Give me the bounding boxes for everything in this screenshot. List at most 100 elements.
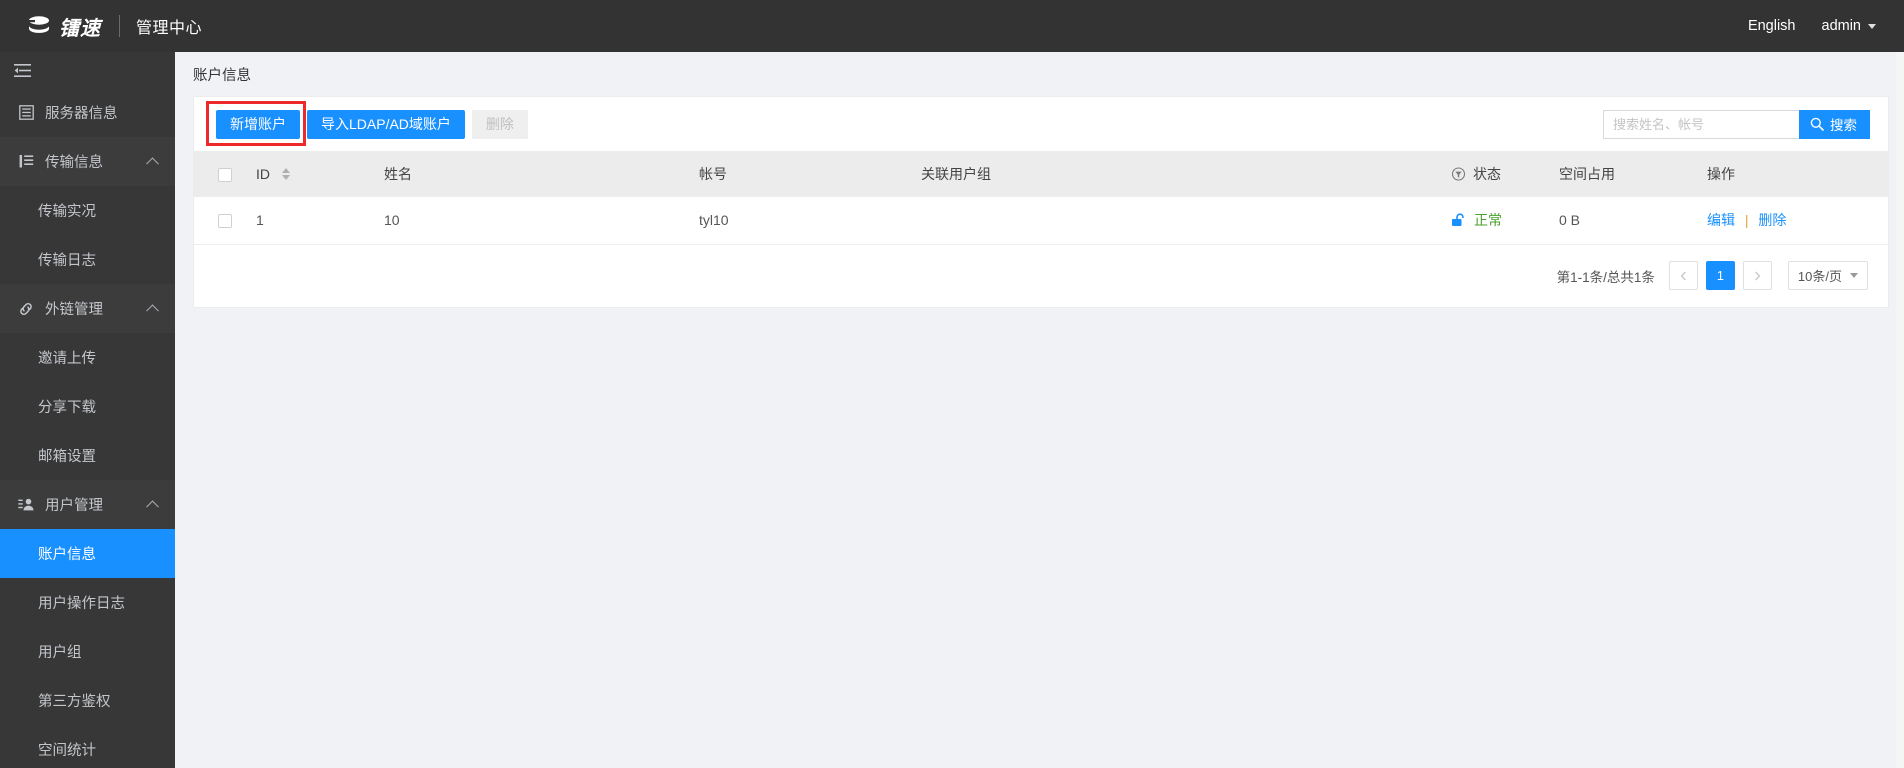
chevron-down-icon bbox=[1850, 273, 1858, 278]
cell-state: 正常 bbox=[1451, 197, 1559, 244]
row-checkbox[interactable] bbox=[218, 214, 232, 229]
sidebar-item-share-download[interactable]: 分享下载 bbox=[0, 382, 175, 431]
sidebar-group-transfer-info[interactable]: 传输信息 bbox=[0, 137, 175, 186]
pagination-next-button[interactable] bbox=[1742, 261, 1772, 290]
sidebar-item-label: 用户操作日志 bbox=[38, 596, 125, 612]
delete-button: 删除 bbox=[471, 109, 528, 139]
column-header-state: 状态 bbox=[1451, 151, 1559, 197]
column-header-select bbox=[194, 151, 256, 197]
link-icon bbox=[17, 300, 35, 318]
sidebar-item-transfer-log[interactable]: 传输日志 bbox=[0, 235, 175, 284]
column-header-id-inner: ID bbox=[256, 166, 384, 182]
column-header-id[interactable]: ID bbox=[256, 151, 384, 197]
sidebar-item-label: 邀请上传 bbox=[38, 351, 96, 367]
page-title: 账户信息 bbox=[193, 67, 251, 84]
sidebar-item-mail-settings[interactable]: 邮箱设置 bbox=[0, 431, 175, 480]
sort-toggle-icon[interactable] bbox=[282, 168, 290, 180]
sidebar-item-invite-upload[interactable]: 邀请上传 bbox=[0, 333, 175, 382]
cell-account: tyl10 bbox=[699, 212, 729, 229]
chevron-up-icon bbox=[146, 499, 159, 513]
cell-id: 1 bbox=[256, 212, 264, 229]
status-text: 正常 bbox=[1474, 212, 1502, 229]
add-account-button[interactable]: 新增账户 bbox=[216, 109, 300, 139]
sidebar-group-external-link[interactable]: 外链管理 bbox=[0, 284, 175, 333]
sidebar-item-label: 空间统计 bbox=[38, 743, 96, 759]
column-header-space-usage: 空间占用 bbox=[1559, 151, 1707, 197]
toolbar: 新增账户 导入LDAP/AD域账户 删除 搜索 bbox=[194, 97, 1888, 151]
delete-link[interactable]: 删除 bbox=[1758, 212, 1786, 228]
status-badge: 正常 bbox=[1451, 210, 1559, 230]
sidebar-item-label: 第三方鉴权 bbox=[38, 694, 111, 710]
sidebar-collapse-toggle[interactable] bbox=[0, 52, 175, 88]
pagination-prev-button[interactable] bbox=[1668, 261, 1698, 290]
sidebar-item-label: 传输实况 bbox=[38, 204, 96, 220]
search-button[interactable]: 搜索 bbox=[1799, 109, 1870, 139]
transfer-list-icon bbox=[17, 153, 35, 171]
column-header-name: 姓名 bbox=[384, 151, 699, 197]
column-header-operations: 操作 bbox=[1707, 151, 1888, 197]
sidebar-item-user-group[interactable]: 用户组 bbox=[0, 627, 175, 676]
search-button-label: 搜索 bbox=[1830, 118, 1857, 133]
chevron-down-icon bbox=[1868, 23, 1876, 29]
language-switch[interactable]: English bbox=[1748, 18, 1796, 34]
user-menu[interactable]: admin bbox=[1821, 18, 1876, 34]
brand-subtitle: 管理中心 bbox=[136, 20, 203, 37]
cell-operations: 编辑 | 删除 bbox=[1707, 197, 1888, 244]
server-icon bbox=[17, 104, 35, 122]
pagination-page-1[interactable]: 1 bbox=[1705, 261, 1735, 290]
sidebar-group-label: 外链管理 bbox=[45, 302, 103, 318]
sidebar-item-user-operation-log[interactable]: 用户操作日志 bbox=[0, 578, 175, 627]
page-size-label: 10条/页 bbox=[1797, 269, 1842, 284]
sidebar-group-label: 用户管理 bbox=[45, 498, 103, 514]
table-body: 1 10 tyl10 正常 0 B 编辑 | 删除 bbox=[194, 197, 1888, 244]
raysync-logo-icon bbox=[26, 16, 52, 33]
sidebar-item-server-info[interactable]: 服务器信息 bbox=[0, 88, 175, 137]
edit-link[interactable]: 编辑 bbox=[1707, 212, 1735, 228]
vertical-scrollbar[interactable] bbox=[1896, 52, 1904, 768]
chevron-left-icon bbox=[1680, 271, 1686, 280]
import-ldap-ad-button[interactable]: 导入LDAP/AD域账户 bbox=[307, 109, 465, 139]
user-menu-label: admin bbox=[1821, 18, 1862, 34]
menu-collapse-icon bbox=[14, 63, 31, 77]
column-header-label: ID bbox=[256, 166, 270, 182]
top-actions: English admin bbox=[1748, 18, 1904, 34]
cell-user-group bbox=[921, 197, 1451, 244]
column-header-state-inner: 状态 bbox=[1451, 164, 1559, 184]
sort-desc-icon bbox=[282, 175, 290, 180]
operations-separator: | bbox=[1744, 212, 1749, 229]
sidebar-item-transfer-live[interactable]: 传输实况 bbox=[0, 186, 175, 235]
brand: 镭速 管理中心 bbox=[0, 12, 202, 41]
pagination: 第1-1条/总共1条 1 10条/页 bbox=[194, 245, 1888, 307]
cell-name: 10 bbox=[384, 212, 400, 229]
top-header-bar: 镭速 管理中心 English admin bbox=[0, 0, 1904, 52]
sidebar-item-label: 邮箱设置 bbox=[38, 449, 96, 465]
row-select-cell bbox=[194, 197, 256, 244]
column-header-label: 空间占用 bbox=[1559, 166, 1615, 182]
search-input[interactable] bbox=[1603, 109, 1799, 139]
page-size-select[interactable]: 10条/页 bbox=[1787, 261, 1868, 290]
sidebar-item-space-statistics[interactable]: 空间统计 bbox=[0, 725, 175, 768]
column-header-label: 帐号 bbox=[699, 166, 727, 182]
search-icon bbox=[1810, 117, 1824, 131]
users-icon bbox=[17, 496, 35, 514]
account-info-card: 新增账户 导入LDAP/AD域账户 删除 搜索姓名、帐号 搜索 ID 姓名 帐号… bbox=[193, 96, 1889, 308]
sidebar-item-third-party-auth[interactable]: 第三方鉴权 bbox=[0, 676, 175, 725]
main-content: 账户信息 新增账户 导入LDAP/AD域账户 删除 搜索姓名、帐号 搜索 ID … bbox=[175, 52, 1904, 768]
column-header-label: 操作 bbox=[1707, 166, 1735, 182]
select-all-checkbox[interactable] bbox=[218, 168, 232, 183]
sidebar-item-account-info[interactable]: 账户信息 bbox=[0, 529, 175, 578]
sidebar-item-label: 分享下载 bbox=[38, 400, 96, 416]
table-header-row: ID 姓名 帐号 关联用户组 状态 空间占用 操作 bbox=[194, 151, 1888, 197]
filter-circle-icon[interactable] bbox=[1451, 166, 1466, 182]
sidebar-group-user-management[interactable]: 用户管理 bbox=[0, 480, 175, 529]
brand-name: 镭速 bbox=[59, 17, 101, 40]
chevron-up-icon bbox=[146, 303, 159, 317]
sidebar-item-label: 账户信息 bbox=[38, 547, 96, 563]
table-head: ID 姓名 帐号 关联用户组 状态 空间占用 操作 bbox=[194, 151, 1888, 197]
search-area: 搜索 bbox=[1603, 109, 1870, 139]
sidebar-item-label: 用户组 bbox=[38, 645, 82, 661]
cell-space-usage: 0 B bbox=[1559, 212, 1581, 229]
account-table: ID 姓名 帐号 关联用户组 状态 空间占用 操作 1 10 tyl10 正常 … bbox=[194, 151, 1888, 245]
column-header-label: 关联用户组 bbox=[921, 166, 991, 182]
table-row: 1 10 tyl10 正常 0 B 编辑 | 删除 bbox=[194, 197, 1888, 244]
